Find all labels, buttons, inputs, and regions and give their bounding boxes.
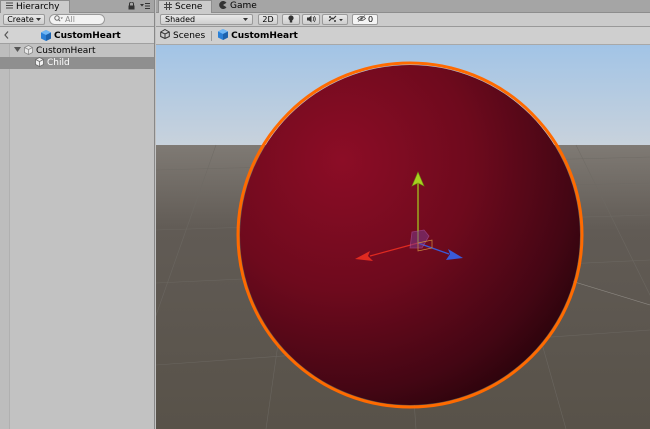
create-button-label: Create <box>7 15 34 24</box>
unity-logo-icon <box>160 28 170 42</box>
hierarchy-tree: CustomHeart Child <box>0 44 154 429</box>
panel-menu-icon[interactable] <box>140 2 150 13</box>
tab-scene-label: Scene <box>175 2 203 12</box>
hierarchy-panel: Hierarchy Create All CustomHeart CustomH… <box>0 0 155 429</box>
hierarchy-item-label: CustomHeart <box>36 46 96 56</box>
create-button[interactable]: Create <box>3 14 45 25</box>
foldout-arrow-icon[interactable] <box>14 46 21 56</box>
dropdown-arrow-icon <box>338 15 343 24</box>
dropdown-arrow-icon <box>35 15 41 24</box>
lighting-toggle-button[interactable] <box>282 14 300 25</box>
draw-mode-value: Shaded <box>165 15 196 24</box>
effects-dropdown[interactable] <box>322 14 348 25</box>
list-icon <box>6 2 13 12</box>
scene-toolbar: Shaded 2D 0 <box>156 13 650 27</box>
draw-mode-dropdown[interactable]: Shaded <box>160 14 253 25</box>
dropdown-arrow-icon <box>243 15 248 24</box>
search-placeholder: All <box>65 15 75 24</box>
eye-slash-icon <box>356 15 367 24</box>
effects-icon <box>328 15 337 25</box>
hierarchy-search-input[interactable]: All <box>49 14 105 25</box>
breadcrumb-current[interactable]: CustomHeart <box>231 31 298 41</box>
hierarchy-scene-header[interactable]: CustomHeart <box>0 27 154 44</box>
hierarchy-item-child[interactable]: Child <box>0 56 154 70</box>
back-chevron-icon[interactable] <box>4 31 9 42</box>
scene-panel: Scene Game Shaded 2D 0 Scenes CustomHear… <box>156 0 650 429</box>
breadcrumb-separator <box>211 30 213 41</box>
hidden-objects-count: 0 <box>367 15 374 24</box>
audio-toggle-button[interactable] <box>302 14 320 25</box>
2d-toggle-label: 2D <box>262 15 274 24</box>
hierarchy-gutter <box>0 44 10 429</box>
unity-cube-icon <box>41 30 51 44</box>
scene-tabstrip: Scene Game <box>156 0 650 13</box>
breadcrumb-root[interactable]: Scenes <box>173 31 205 41</box>
2d-toggle-button[interactable]: 2D <box>258 14 278 25</box>
hierarchy-item-label: Child <box>47 58 70 68</box>
gameobject-icon <box>24 44 33 58</box>
scene-canvas <box>156 45 650 429</box>
prefab-cube-icon <box>218 28 229 43</box>
hidden-objects-toggle[interactable]: 0 <box>352 14 378 25</box>
tab-game[interactable]: Game <box>214 0 264 12</box>
hierarchy-scene-title: CustomHeart <box>54 31 121 41</box>
scene-viewport[interactable] <box>156 45 650 429</box>
hierarchy-item-customheart[interactable]: CustomHeart <box>0 44 154 58</box>
search-icon <box>54 15 63 24</box>
tab-scene[interactable]: Scene <box>158 0 212 13</box>
hierarchy-toolbar: Create All <box>0 13 154 27</box>
lock-icon[interactable] <box>128 1 135 13</box>
tab-hierarchy[interactable]: Hierarchy <box>0 0 70 13</box>
tab-game-label: Game <box>230 1 257 11</box>
lightbulb-icon <box>288 14 294 25</box>
gameobject-icon <box>35 56 44 70</box>
sphere-mesh <box>240 65 580 405</box>
grid-icon <box>164 1 172 13</box>
speaker-icon <box>306 15 316 25</box>
tab-hierarchy-label: Hierarchy <box>16 2 60 12</box>
scene-breadcrumb-bar: Scenes CustomHeart <box>156 27 650 45</box>
hierarchy-tabstrip: Hierarchy <box>0 0 154 13</box>
pacman-icon <box>219 0 227 12</box>
